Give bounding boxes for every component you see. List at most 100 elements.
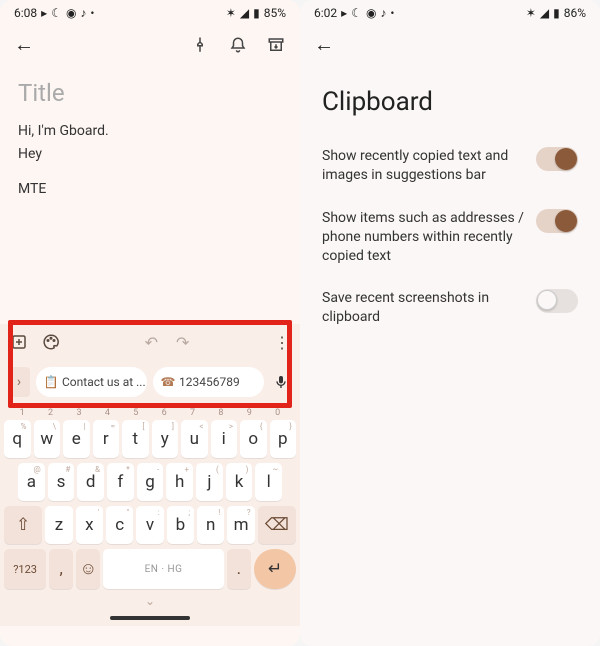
key-y[interactable]: ]y [152, 420, 179, 458]
key-e[interactable]: |e [63, 420, 90, 458]
phone-settings: 6:02 ▸ ☾ ◉ ♪ • ✶ ◢ ▮ 86% ← Clipboard Sho… [300, 0, 600, 646]
chip-label: Contact us at ... [62, 375, 146, 389]
period-key[interactable]: . [227, 549, 251, 589]
more-icon[interactable]: ⋮ [274, 333, 290, 352]
page-title: Clipboard [300, 63, 600, 135]
redo-icon[interactable]: ↷ [176, 333, 189, 352]
add-icon[interactable] [10, 333, 28, 351]
key-d[interactable]: &d [77, 463, 104, 501]
key-b[interactable]: ;b [167, 506, 194, 544]
dot-icon: • [390, 6, 394, 20]
back-button[interactable]: ← [14, 32, 34, 57]
keyboard: ↶ ↷ ⋮ › 📋 Contact us at ... ☎ 123456789 [0, 324, 300, 626]
spotify-icon: ◉ [66, 6, 76, 20]
key-j[interactable]: (j [196, 463, 223, 501]
note-line: MTE [18, 179, 282, 200]
setting-label: Save recent screenshots in clipboard [322, 289, 526, 327]
back-button[interactable]: ← [314, 32, 334, 57]
key-q[interactable]: %q [4, 420, 31, 458]
note-body[interactable]: Hi, I'm Gboard. Hey MTE [0, 111, 300, 212]
key-a[interactable]: @a [18, 463, 45, 501]
key-s[interactable]: #s [48, 463, 75, 501]
key-p[interactable]: }p [270, 420, 297, 458]
note-title-input[interactable]: Title [18, 79, 282, 107]
keyboard-toolbar: ↶ ↷ ⋮ [0, 324, 300, 360]
moon-icon: ☾ [51, 6, 62, 20]
bell-icon: ♪ [80, 6, 86, 20]
dot-icon: • [90, 6, 94, 20]
key-v[interactable]: :v [136, 506, 163, 544]
chip-label: 123456789 [179, 375, 240, 389]
key-t[interactable]: [t [122, 420, 149, 458]
emoji-key[interactable]: ☺ [76, 549, 100, 589]
pin-icon[interactable] [190, 35, 210, 55]
note-line: Hey [18, 144, 282, 165]
wifi-icon: ✶ [526, 6, 536, 20]
settings-toolbar: ← [300, 22, 600, 63]
bell-icon: ♪ [380, 6, 386, 20]
wifi-icon: ✶ [226, 6, 236, 20]
key-m[interactable]: ?m [227, 506, 254, 544]
key-row: %q \w |e =r [t ]y <u >i {o }p [4, 420, 296, 458]
clipboard-chip[interactable]: ☎ 123456789 [153, 367, 264, 397]
undo-icon[interactable]: ↶ [145, 333, 158, 352]
signal-icon: ◢ [240, 6, 249, 20]
setting-row[interactable]: Save recent screenshots in clipboard [300, 277, 600, 339]
key-c[interactable]: "c [106, 506, 133, 544]
phone-notes-app: 6:08 ▸ ☾ ◉ ♪ • ✶ ◢ ▮ 85% ← [0, 0, 300, 646]
key-r[interactable]: =r [93, 420, 120, 458]
youtube-icon: ▸ [341, 6, 347, 20]
toggle-switch[interactable] [536, 147, 578, 171]
collapse-keyboard-icon[interactable]: ⌄ [4, 594, 296, 608]
enter-key[interactable]: ↵ [254, 549, 296, 589]
suggestion-strip: › 📋 Contact us at ... ☎ 123456789 [0, 360, 300, 406]
key-z[interactable]: z [45, 506, 72, 544]
key-o[interactable]: {o [240, 420, 267, 458]
clipboard-icon: 📋 [44, 375, 58, 389]
key-l[interactable]: ~l [255, 463, 282, 501]
key-k[interactable]: )k [226, 463, 253, 501]
comma-key[interactable]: , [49, 549, 73, 589]
youtube-icon: ▸ [41, 6, 47, 20]
key-row: ?123 , ☺ EN · HG . ↵ [4, 549, 296, 589]
moon-icon: ☾ [351, 6, 362, 20]
palette-icon[interactable] [42, 333, 60, 351]
key-row: ⇧ z 'x "c :v ;b !n ?m ⌫ [4, 506, 296, 544]
signal-icon: ◢ [540, 6, 549, 20]
app-toolbar: ← [0, 22, 300, 63]
toggle-switch[interactable] [536, 289, 578, 313]
toggle-switch[interactable] [536, 209, 578, 233]
archive-icon[interactable] [266, 35, 286, 55]
spotify-icon: ◉ [366, 6, 376, 20]
phone-clip-icon: ☎ [161, 375, 175, 389]
status-bar: 6:08 ▸ ☾ ◉ ♪ • ✶ ◢ ▮ 85% [0, 0, 300, 22]
reminder-icon[interactable] [228, 35, 248, 55]
shift-key[interactable]: ⇧ [4, 506, 42, 544]
nav-handle[interactable] [110, 616, 190, 620]
number-hint-row: 1234567890 [4, 408, 296, 420]
status-battery: 85% [264, 6, 286, 20]
key-h[interactable]: +h [166, 463, 193, 501]
key-f[interactable]: *f [107, 463, 134, 501]
setting-row[interactable]: Show items such as addresses / phone num… [300, 197, 600, 278]
battery-icon: ▮ [553, 6, 560, 20]
mic-icon[interactable] [270, 374, 292, 390]
key-i[interactable]: >i [211, 420, 238, 458]
expand-chevron-icon[interactable]: › [8, 367, 30, 397]
setting-row[interactable]: Show recently copied text and images in … [300, 135, 600, 197]
key-g[interactable]: -g [137, 463, 164, 501]
key-w[interactable]: \w [34, 420, 61, 458]
status-battery: 86% [564, 6, 586, 20]
symbols-key[interactable]: ?123 [4, 549, 46, 589]
key-x[interactable]: 'x [76, 506, 103, 544]
status-time: 6:02 [314, 6, 337, 20]
status-bar: 6:02 ▸ ☾ ◉ ♪ • ✶ ◢ ▮ 86% [300, 0, 600, 22]
status-time: 6:08 [14, 6, 37, 20]
key-row: @a #s &d *f -g +h (j )k ~l [4, 463, 296, 501]
clipboard-chip[interactable]: 📋 Contact us at ... [36, 367, 147, 397]
space-key[interactable]: EN · HG [103, 549, 223, 589]
key-n[interactable]: !n [197, 506, 224, 544]
key-u[interactable]: <u [181, 420, 208, 458]
backspace-key[interactable]: ⌫ [258, 506, 296, 544]
setting-label: Show recently copied text and images in … [322, 147, 526, 185]
